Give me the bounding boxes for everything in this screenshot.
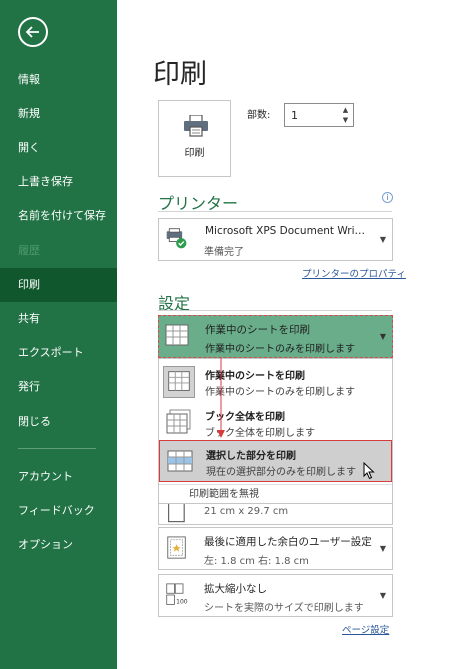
selection-icon (167, 450, 193, 472)
margins-title: 最後に適用した余白のユーザー設定 (204, 536, 372, 548)
scaling-icon-label: 100 (176, 599, 188, 606)
menu-item-active-sheet[interactable]: 作業中のシートを印刷 作業中のシートのみを印刷します (159, 361, 392, 402)
print-what-menu: 作業中のシートを印刷 作業中のシートのみを印刷します ブック全体を印刷 ブック全… (158, 358, 393, 504)
printer-ready-icon (166, 228, 187, 249)
print-pane: 印刷 印刷 部数: 1 ▲ ▼ プリンター i Microsoft XPS Do… (117, 0, 453, 669)
scaling-dropdown[interactable]: 100 拡大縮小なし シートを実際のサイズで印刷します ▼ (158, 574, 393, 617)
nav-save-as[interactable]: 名前を付けて保存 (0, 199, 117, 233)
margins-icon (167, 536, 186, 559)
printer-status: 準備完了 (204, 247, 244, 258)
red-annotation-arrow-icon (217, 358, 225, 438)
margins-dropdown[interactable]: 最後に適用した余白のユーザー設定 左: 1.8 cm 右: 1.8 cm ▼ (158, 527, 393, 570)
copies-value: 1 (291, 109, 298, 122)
chevron-down-icon: ▼ (379, 544, 386, 553)
paper-size-text: 21 cm x 29.7 cm (204, 506, 289, 517)
spin-down-icon[interactable]: ▼ (341, 116, 350, 125)
settings-section-rule (158, 310, 392, 311)
printer-dropdown[interactable]: Microsoft XPS Document Wri… 準備完了 ▼ (158, 218, 393, 261)
printer-name: Microsoft XPS Document Wri… (205, 225, 366, 237)
active-sheet-icon (165, 324, 189, 346)
chevron-down-icon: ▼ (379, 332, 386, 341)
copies-input[interactable]: 1 ▲ ▼ (284, 103, 354, 127)
print-what-title: 作業中のシートを印刷 (205, 324, 310, 336)
print-what-desc: 作業中のシートのみを印刷します (205, 344, 355, 355)
menu-item-desc: 現在の選択部分のみを印刷します (206, 467, 356, 478)
nav-publish[interactable]: 発行 (0, 370, 117, 404)
margins-desc: 左: 1.8 cm 右: 1.8 cm (204, 556, 309, 567)
nav-account[interactable]: アカウント (0, 460, 117, 494)
nav-feedback[interactable]: フィードバック (0, 494, 117, 528)
printer-section-rule (158, 211, 392, 212)
backstage-sidebar: 情報 新規 開く 上書き保存 名前を付けて保存 履歴 印刷 共有 エクスポート … (0, 0, 117, 669)
nav-share[interactable]: 共有 (0, 302, 117, 336)
spin-up-icon[interactable]: ▲ (341, 106, 350, 115)
nav-info[interactable]: 情報 (0, 63, 117, 97)
active-sheet-icon (163, 366, 195, 398)
scaling-desc: シートを実際のサイズで印刷します (204, 603, 364, 614)
menu-item-selection[interactable]: 選択した部分を印刷 現在の選択部分のみを印刷します (159, 440, 392, 482)
printer-properties-link[interactable]: プリンターのプロパティ (302, 266, 406, 280)
page-setup-link[interactable]: ページ設定 (342, 622, 389, 636)
copies-label: 部数: (247, 110, 271, 121)
scaling-title: 拡大縮小なし (204, 583, 267, 595)
nav-new[interactable]: 新規 (0, 97, 117, 131)
page-title: 印刷 (153, 59, 207, 90)
print-what-dropdown[interactable]: 作業中のシートを印刷 作業中のシートのみを印刷します ▼ (158, 315, 393, 358)
nav-history: 履歴 (18, 244, 40, 257)
menu-item-entire-workbook[interactable]: ブック全体を印刷 ブック全体を印刷します (159, 402, 392, 443)
nav-print[interactable]: 印刷 (0, 268, 117, 302)
nav-options[interactable]: オプション (0, 528, 117, 562)
nav-save[interactable]: 上書き保存 (0, 165, 117, 199)
menu-item-title: 選択した部分を印刷 (206, 451, 296, 462)
scaling-icon: 100 (166, 583, 188, 606)
nav-export[interactable]: エクスポート (0, 336, 117, 370)
chevron-down-icon: ▼ (379, 235, 386, 244)
mouse-cursor-icon (363, 462, 375, 480)
nav-separator (18, 448, 96, 449)
chevron-down-icon: ▼ (379, 591, 386, 600)
nav-open[interactable]: 開く (0, 131, 117, 165)
nav-close[interactable]: 閉じる (0, 405, 117, 439)
ignore-print-area-option[interactable]: 印刷範囲を無視 (159, 484, 392, 504)
print-button[interactable]: 印刷 (158, 100, 231, 177)
info-icon[interactable]: i (382, 192, 393, 203)
back-arrow-icon[interactable] (18, 17, 48, 47)
menu-item-desc: 作業中のシートのみを印刷します (205, 387, 355, 398)
print-button-label: 印刷 (184, 148, 205, 159)
workbook-icon (166, 409, 191, 434)
printer-icon (184, 115, 208, 137)
